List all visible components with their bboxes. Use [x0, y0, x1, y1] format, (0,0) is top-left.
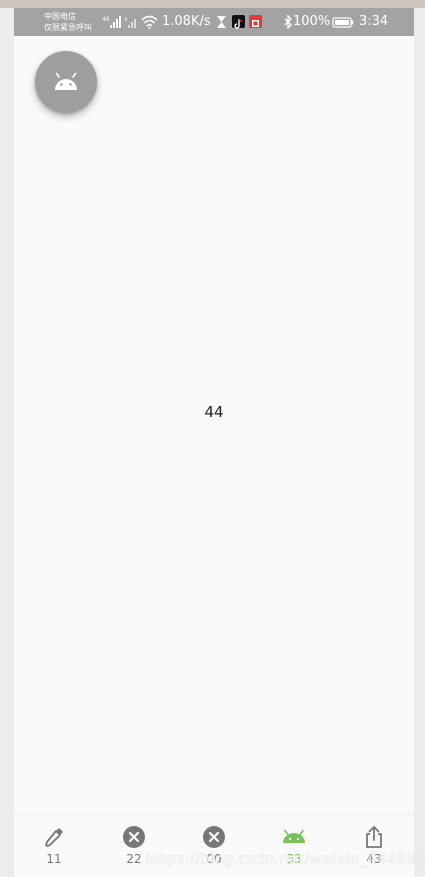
signal-strength-icon: 46 [102, 16, 121, 28]
close-circle-icon [123, 826, 145, 848]
content-text: 44 [204, 403, 224, 421]
battery-icon [332, 17, 354, 28]
nav-item-11[interactable]: 11 [14, 825, 94, 875]
carrier-name: 中国电信 [44, 12, 76, 21]
close-circle-icon [203, 826, 225, 848]
android-icon [55, 72, 77, 90]
bluetooth-icon [284, 15, 292, 29]
carrier-info: 中国电信 仅限紧急呼叫 [44, 11, 92, 33]
share-icon [366, 826, 382, 848]
nav-label: 11 [46, 852, 62, 866]
wifi-icon [141, 15, 158, 29]
carrier-status: 仅限紧急呼叫 [44, 23, 92, 32]
app-notification-icon [249, 15, 262, 28]
status-time: 3:34 [359, 14, 389, 29]
floating-action-button[interactable] [35, 51, 97, 113]
network-speed: 1.08K/s [162, 14, 211, 29]
window-top-border [0, 0, 425, 8]
android-icon [283, 829, 305, 843]
no-signal-icon: x [124, 16, 136, 28]
eyedropper-icon [45, 828, 63, 847]
hourglass-icon [217, 16, 226, 28]
phone-screen: 中国电信 仅限紧急呼叫 46 x 1.08K/s 100% 3:34 44 11… [14, 8, 414, 877]
svg-text:x: x [124, 16, 128, 23]
tiktok-notification-icon [232, 15, 245, 29]
svg-text:46: 46 [102, 16, 110, 23]
watermark-text: https://blog.csdn.net/weixin_44489566 [145, 850, 425, 868]
status-bar: 中国电信 仅限紧急呼叫 46 x 1.08K/s 100% 3:34 [14, 8, 414, 36]
battery-percent: 100% [293, 14, 331, 29]
